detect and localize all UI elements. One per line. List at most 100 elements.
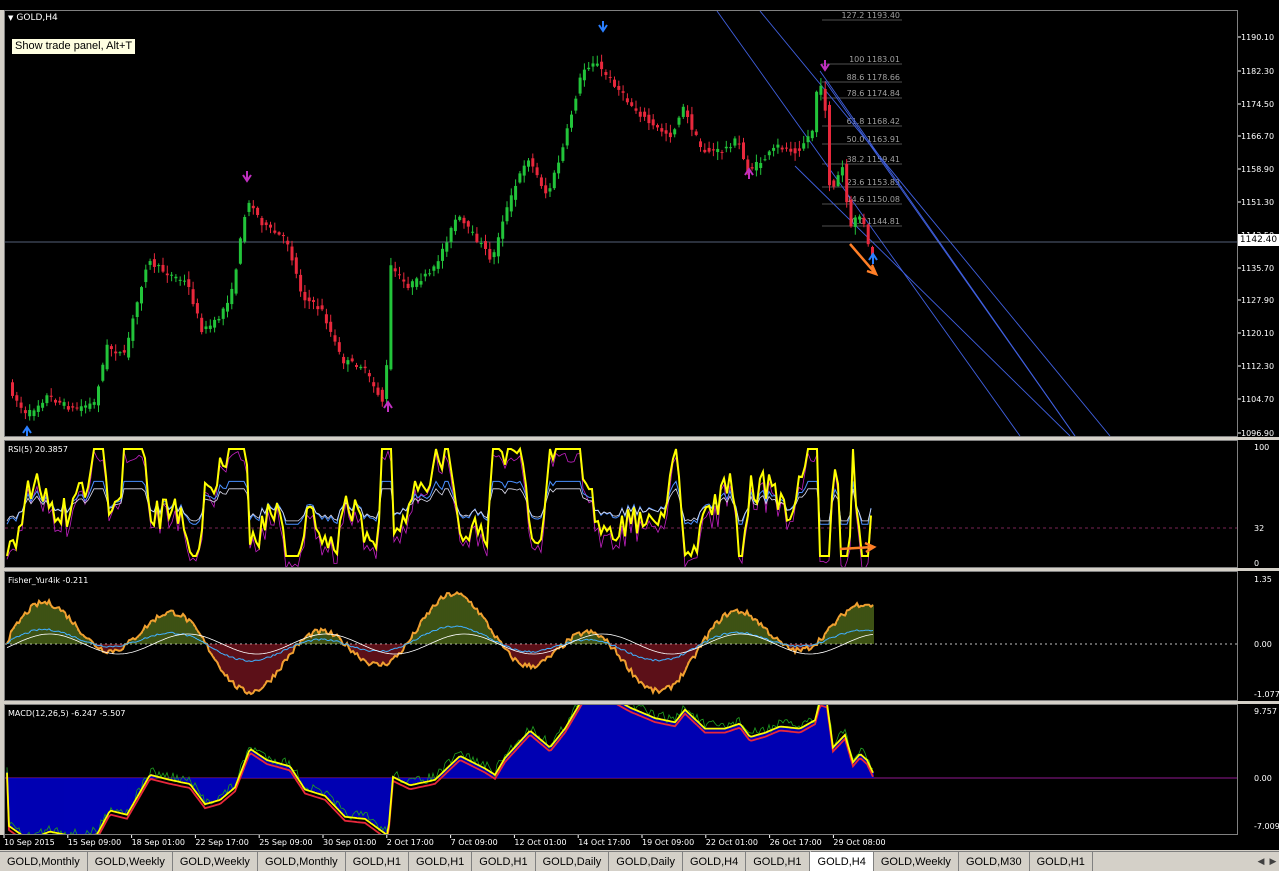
rsi-line	[6, 446, 872, 559]
fisher-pane[interactable]: Fisher_Yur4ik -0.211	[4, 571, 1238, 701]
price-tick-label: 1182.30	[1241, 67, 1274, 76]
candle-body	[148, 261, 152, 265]
chart-tab[interactable]: GOLD,M30	[959, 852, 1030, 871]
scroll-left-icon[interactable]: ◀	[1255, 852, 1267, 871]
candle-body	[638, 111, 642, 117]
chart-tab[interactable]: GOLD,H1	[346, 852, 409, 871]
chart-tab[interactable]: GOLD,Weekly	[88, 852, 173, 871]
time-tick-label: 15 Sep 09:00	[68, 838, 121, 847]
time-tick-label: 18 Sep 01:00	[132, 838, 185, 847]
fib-level-label: 14.6 1150.08	[847, 195, 900, 204]
candle-body	[582, 69, 586, 81]
macd-chart[interactable]: MACD(12,26,5) -6.247 -5.507	[5, 685, 1237, 845]
candle-body	[161, 264, 165, 272]
candle-body	[23, 410, 27, 414]
candle-body	[471, 231, 475, 233]
candle-body	[312, 300, 315, 302]
macd-tick-label: -7.009	[1254, 822, 1279, 831]
candle-body	[15, 395, 19, 401]
candle-body	[58, 400, 62, 403]
fib-level-label: 50.0 1163.91	[847, 135, 900, 144]
chart-tab[interactable]: GOLD,Weekly	[173, 852, 258, 871]
candle-body	[630, 102, 634, 106]
chart-tab[interactable]: GOLD,Weekly	[874, 852, 959, 871]
candle-body	[62, 402, 66, 406]
scroll-right-icon[interactable]: ▶	[1267, 852, 1279, 871]
candle-body	[703, 149, 707, 153]
fib-level-label: 100 1183.01	[849, 55, 900, 64]
candle-body	[789, 148, 793, 152]
candle-body	[105, 344, 109, 370]
chart-tab[interactable]: GOLD,Monthly	[258, 852, 346, 871]
chart-tab[interactable]: GOLD,Daily	[536, 852, 610, 871]
candle-body	[346, 360, 350, 365]
chart-title[interactable]: ▼ GOLD,H4	[8, 13, 58, 23]
candle-body	[449, 227, 453, 243]
candle-body	[819, 85, 823, 95]
candle-body	[651, 119, 655, 126]
time-tick-label: 19 Oct 09:00	[642, 838, 694, 847]
rsi-signal-line	[6, 449, 872, 570]
candle-body	[269, 224, 272, 228]
candle-body	[165, 273, 169, 276]
candle-body	[750, 167, 754, 169]
price-tick-label: 1174.50	[1241, 100, 1274, 109]
chart-tab[interactable]: GOLD,Monthly	[0, 852, 88, 871]
macd-tick-label: 0.00	[1254, 774, 1272, 783]
candle-body	[840, 167, 844, 176]
candle-body	[251, 205, 255, 209]
candle-body	[144, 269, 148, 283]
candle-body	[238, 238, 242, 264]
candle-body	[410, 281, 414, 288]
rsi-ma-line	[6, 480, 872, 525]
macd-pane[interactable]: MACD(12,26,5) -6.247 -5.507	[4, 685, 1238, 845]
candle-body	[376, 387, 380, 395]
candle-body	[363, 366, 367, 369]
candle-body	[273, 230, 277, 233]
candle-body	[453, 219, 457, 232]
price-tick-label: 1151.30	[1241, 198, 1274, 207]
chart-tab[interactable]: GOLD,H1	[472, 852, 536, 871]
candle-body	[84, 405, 88, 408]
candle-body	[557, 162, 561, 174]
candle-body	[28, 409, 32, 417]
candle-body	[359, 366, 363, 369]
chevron-down-icon[interactable]: ▼	[8, 14, 13, 22]
chart-tab[interactable]: GOLD,H4	[683, 852, 747, 871]
rsi-pane[interactable]: RSI(5) 20.3857	[4, 440, 1238, 570]
candle-body	[823, 89, 827, 111]
candle-body	[367, 373, 371, 377]
price-chart-pane[interactable]: 127.2 1193.40 100 1183.01 88.6 1178.66 78.6…	[4, 10, 1238, 437]
rsi-chart[interactable]: RSI(5) 20.3857	[5, 441, 1237, 570]
price-chart[interactable]: 127.2 1193.40 100 1183.01 88.6 1178.66 78.6…	[5, 10, 1237, 437]
candle-body	[673, 129, 677, 135]
chart-tab[interactable]: GOLD,Daily	[609, 852, 683, 871]
time-tick-label: 29 Oct 08:00	[833, 838, 885, 847]
chart-tab[interactable]: GOLD,H1	[1030, 852, 1093, 871]
candle-body	[281, 235, 285, 237]
candle-body	[32, 410, 36, 417]
time-axis[interactable]: 10 Sep 2015 15 Sep 09:00 18 Sep 01:00 22 Se…	[0, 835, 1279, 850]
candle-body	[290, 246, 294, 261]
candle-body	[600, 61, 604, 70]
candle-body	[333, 335, 337, 342]
fisher-chart[interactable]: Fisher_Yur4ik -0.211	[5, 572, 1237, 700]
candle-body	[561, 147, 565, 161]
rsi-tick-label: 32	[1254, 524, 1264, 533]
chart-tab[interactable]: GOLD,H1	[409, 852, 473, 871]
candle-body	[122, 350, 126, 353]
macd-tick-label: 9.757	[1254, 707, 1277, 716]
candle-body	[402, 279, 406, 282]
candle-body	[260, 217, 264, 226]
price-tick-label: 1104.70	[1241, 395, 1274, 404]
candle-body	[686, 110, 690, 117]
chart-tab[interactable]: GOLD,H1	[746, 852, 810, 871]
price-axis[interactable]: 1190.10 1182.30 1174.50 1166.70 1158.90 1151.…	[1238, 10, 1279, 438]
candle-body	[195, 303, 199, 314]
fib-level-label: 38.2 1159.41	[847, 155, 900, 164]
candle-body	[772, 147, 776, 151]
time-tick-label: 26 Oct 17:00	[770, 838, 822, 847]
candle-body	[54, 399, 57, 403]
chart-tab[interactable]: GOLD,H4	[809, 851, 874, 871]
candle-body	[92, 402, 96, 405]
